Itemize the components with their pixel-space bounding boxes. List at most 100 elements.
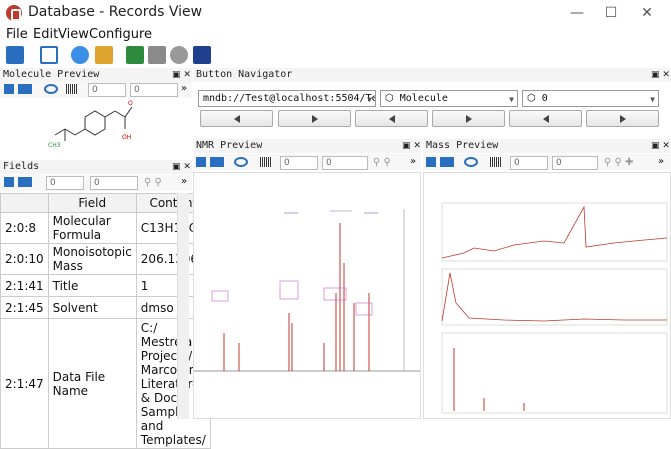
field-cell: Solvent — [47, 296, 137, 319]
right-arrow-icon — [311, 115, 318, 123]
float-icon[interactable]: ▣ ✕ — [172, 160, 191, 174]
spin-input[interactable]: 0 — [322, 156, 368, 170]
nmr-spectrum — [193, 172, 421, 419]
row-id: 2:1:41 — [0, 274, 49, 297]
chevron-down-icon: ▼ — [367, 95, 372, 104]
more-icon[interactable]: » — [181, 83, 187, 94]
float-icon[interactable]: ▣ ✕ — [172, 68, 191, 82]
minimize-button[interactable]: — — [562, 2, 592, 24]
float-icon[interactable]: ▣ ✕ — [651, 68, 670, 82]
eye-icon[interactable] — [234, 157, 248, 167]
button-navigator-title: Button Navigator — [196, 69, 293, 80]
button-navigator-header: Button Navigator — [193, 68, 671, 82]
close-button[interactable]: ✕ — [632, 2, 662, 24]
zoom-icon[interactable]: ⚲ ⚲ ✚ — [604, 157, 633, 168]
spin-input[interactable]: 0 — [90, 176, 138, 190]
path-value: mndb://Test@localhost:5504/Test/2 — [203, 93, 375, 104]
calendar-icon[interactable] — [95, 46, 113, 64]
row-id: 2:0:10 — [0, 243, 49, 275]
zoom-icon[interactable]: ⚲ ⚲ — [373, 157, 391, 168]
maximize-button[interactable]: ☐ — [596, 2, 626, 24]
molecule-preview-header: Molecule Preview — [0, 68, 192, 82]
next-type-button[interactable] — [432, 110, 505, 127]
chevron-down-icon: ▼ — [650, 95, 655, 104]
barcode-icon[interactable] — [66, 84, 78, 94]
left-arrow-icon — [233, 115, 240, 123]
new-record-icon[interactable] — [40, 46, 58, 64]
chevron-down-icon: ▼ — [509, 95, 514, 104]
type-combo[interactable]: ⬡ Molecule ▼ — [380, 90, 518, 107]
menu-configure[interactable]: Configure — [89, 27, 152, 42]
menu-icon[interactable] — [4, 84, 14, 94]
first-button[interactable] — [200, 110, 273, 127]
row-id: 2:1:47 — [0, 318, 49, 449]
right-arrow-icon — [619, 115, 626, 123]
grid-icon[interactable] — [148, 46, 166, 64]
left-arrow-icon — [388, 115, 395, 123]
spin-input[interactable]: 0 — [130, 83, 178, 97]
spin-input[interactable]: 0 — [88, 83, 126, 97]
menu-view[interactable]: View — [58, 27, 89, 42]
table-view-icon[interactable] — [6, 46, 24, 64]
menu-edit[interactable]: Edit — [33, 27, 58, 42]
field-cell: Data File Name — [47, 318, 137, 449]
fields-title: Fields — [3, 161, 40, 172]
molecule-preview-title: Molecule Preview — [3, 69, 100, 80]
index-value: 0 — [541, 93, 548, 104]
prev-type-button[interactable] — [355, 110, 428, 127]
next-index-button[interactable] — [586, 110, 659, 127]
spin-input[interactable]: 0 — [46, 176, 84, 190]
svg-text:O: O — [128, 100, 133, 107]
table-icon[interactable] — [210, 157, 224, 167]
row-id: 2:0:8 — [0, 212, 49, 244]
barcode-icon[interactable] — [490, 157, 502, 167]
right-arrow-icon — [465, 115, 472, 123]
eye-icon[interactable] — [44, 84, 58, 94]
type-value: Molecule — [399, 93, 448, 104]
menu-icon[interactable] — [196, 157, 206, 167]
table-icon[interactable] — [440, 157, 454, 167]
mass-spectrum — [423, 172, 671, 419]
menu-icon[interactable] — [426, 157, 436, 167]
svg-text:CH3: CH3 — [48, 142, 61, 149]
table-icon[interactable] — [18, 84, 32, 94]
float-icon[interactable]: ▣ ✕ — [651, 139, 670, 153]
nmr-preview-title: NMR Preview — [196, 140, 263, 151]
mass-preview-title: Mass Preview — [426, 140, 499, 151]
mass-preview-header: Mass Preview — [423, 139, 671, 153]
spin-input[interactable]: 0 — [510, 156, 548, 170]
next-button[interactable] — [278, 110, 351, 127]
field-cell: Monoisotopic Mass — [47, 243, 137, 275]
left-arrow-icon — [542, 115, 549, 123]
more-icon[interactable]: » — [658, 156, 664, 167]
spin-input[interactable]: 0 — [552, 156, 598, 170]
prev-index-button[interactable] — [509, 110, 582, 127]
field-cell: Molecular Formula — [47, 212, 137, 244]
menu-file[interactable]: File — [6, 27, 28, 42]
index-combo[interactable]: ⬡ 0 ▼ — [522, 90, 659, 107]
check-icon[interactable] — [126, 46, 144, 64]
eye-icon[interactable] — [464, 157, 478, 167]
key-icon[interactable] — [170, 46, 188, 64]
more-icon[interactable]: » — [181, 176, 187, 187]
row-id: 2:1:45 — [0, 296, 49, 319]
fields-header: Fields — [0, 160, 192, 174]
barcode-icon[interactable] — [260, 157, 272, 167]
vertical-scrollbar[interactable] — [177, 193, 189, 419]
path-combo[interactable]: mndb://Test@localhost:5504/Test/2▼ — [198, 90, 376, 107]
row-id-header — [0, 193, 49, 213]
window-title: Database - Records View — [28, 4, 203, 20]
field-column-header[interactable]: Field — [47, 193, 137, 213]
float-icon[interactable]: ▣ ✕ — [402, 139, 421, 153]
more-icon[interactable]: » — [410, 156, 416, 167]
table-icon[interactable] — [18, 177, 32, 187]
svg-text:OH: OH — [122, 134, 131, 141]
view-icon[interactable] — [71, 46, 89, 64]
app-icon — [6, 5, 22, 21]
field-cell: Title — [47, 274, 137, 297]
nmr-preview-header: NMR Preview — [193, 139, 421, 153]
menu-icon[interactable] — [4, 177, 14, 187]
spin-input[interactable]: 0 — [280, 156, 318, 170]
zoom-icon[interactable]: ⚲ ⚲ — [144, 177, 162, 188]
export-icon[interactable] — [193, 46, 211, 64]
